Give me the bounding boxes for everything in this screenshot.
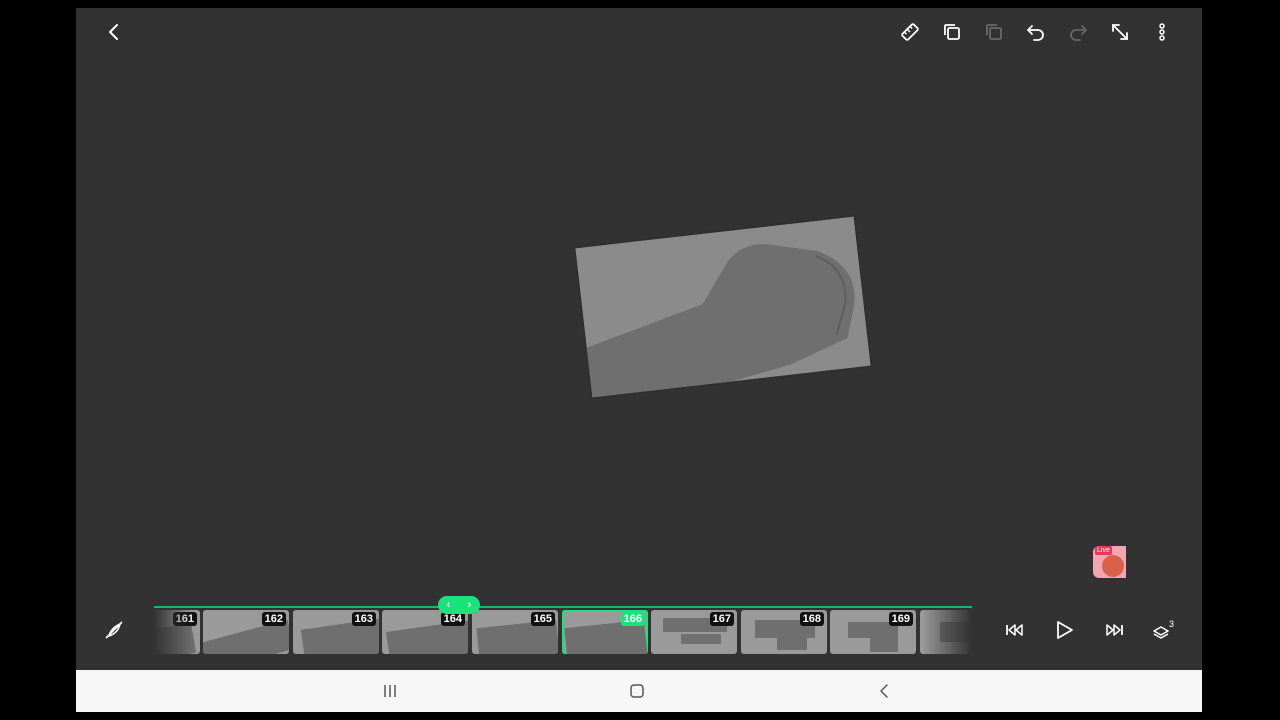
drawing-canvas[interactable] — [575, 216, 871, 398]
handle-right-arrow: › — [467, 599, 472, 611]
skip-to-start-icon[interactable] — [999, 614, 1031, 646]
frame-number: 165 — [530, 612, 555, 626]
live-avatar — [1102, 555, 1124, 577]
skip-to-end-icon[interactable] — [1098, 614, 1130, 646]
handle-left-arrow: ‹ — [446, 599, 451, 611]
home-icon[interactable] — [621, 675, 653, 707]
live-stream-badge[interactable]: Live — [1093, 546, 1126, 578]
undo-icon[interactable] — [1020, 16, 1052, 48]
play-icon[interactable] — [1048, 614, 1080, 646]
frame-number: 163 — [351, 612, 376, 626]
system-nav-bar — [76, 670, 1202, 712]
frame-number: 162 — [261, 612, 286, 626]
frame-number: 169 — [888, 612, 913, 626]
expand-icon[interactable] — [1104, 16, 1136, 48]
layers-icon[interactable]: 3 — [1147, 614, 1179, 646]
system-back-icon[interactable] — [868, 675, 900, 707]
frame-thumb-164[interactable]: 164 — [382, 610, 468, 654]
timeline-bar: 161 162 163 164 165 166 — [76, 596, 1202, 660]
frame-number: 164 — [440, 612, 465, 626]
paste-icon[interactable] — [978, 16, 1010, 48]
more-vertical-icon[interactable] — [1146, 16, 1178, 48]
animation-editor: 161 162 163 164 165 166 — [76, 8, 1202, 670]
frame-range-handle[interactable]: ‹ › — [438, 596, 480, 614]
back-icon[interactable] — [98, 16, 130, 48]
copy-icon[interactable] — [936, 16, 968, 48]
onion-skin-off-icon[interactable] — [98, 614, 130, 646]
drawing-content — [586, 244, 855, 398]
frame-number: 166 — [620, 612, 645, 626]
frame-number: 167 — [709, 612, 734, 626]
frame-thumb-168[interactable]: 168 — [741, 610, 827, 654]
frame-thumb-165[interactable]: 165 — [472, 610, 558, 654]
redo-icon[interactable] — [1062, 16, 1094, 48]
frame-thumb-163[interactable]: 163 — [293, 610, 379, 654]
frame-strip[interactable]: 161 162 163 164 165 166 — [154, 606, 972, 656]
frame-thumb-166[interactable]: 166 — [562, 610, 648, 654]
recent-apps-icon[interactable] — [374, 675, 406, 707]
layer-count: 3 — [1169, 619, 1174, 629]
ruler-icon[interactable] — [894, 16, 926, 48]
frame-thumb-162[interactable]: 162 — [203, 610, 289, 654]
live-label: Live — [1095, 546, 1112, 555]
frame-number: 168 — [799, 612, 824, 626]
frame-thumb-169[interactable]: 169 — [830, 610, 916, 654]
frame-thumb-167[interactable]: 167 — [651, 610, 737, 654]
